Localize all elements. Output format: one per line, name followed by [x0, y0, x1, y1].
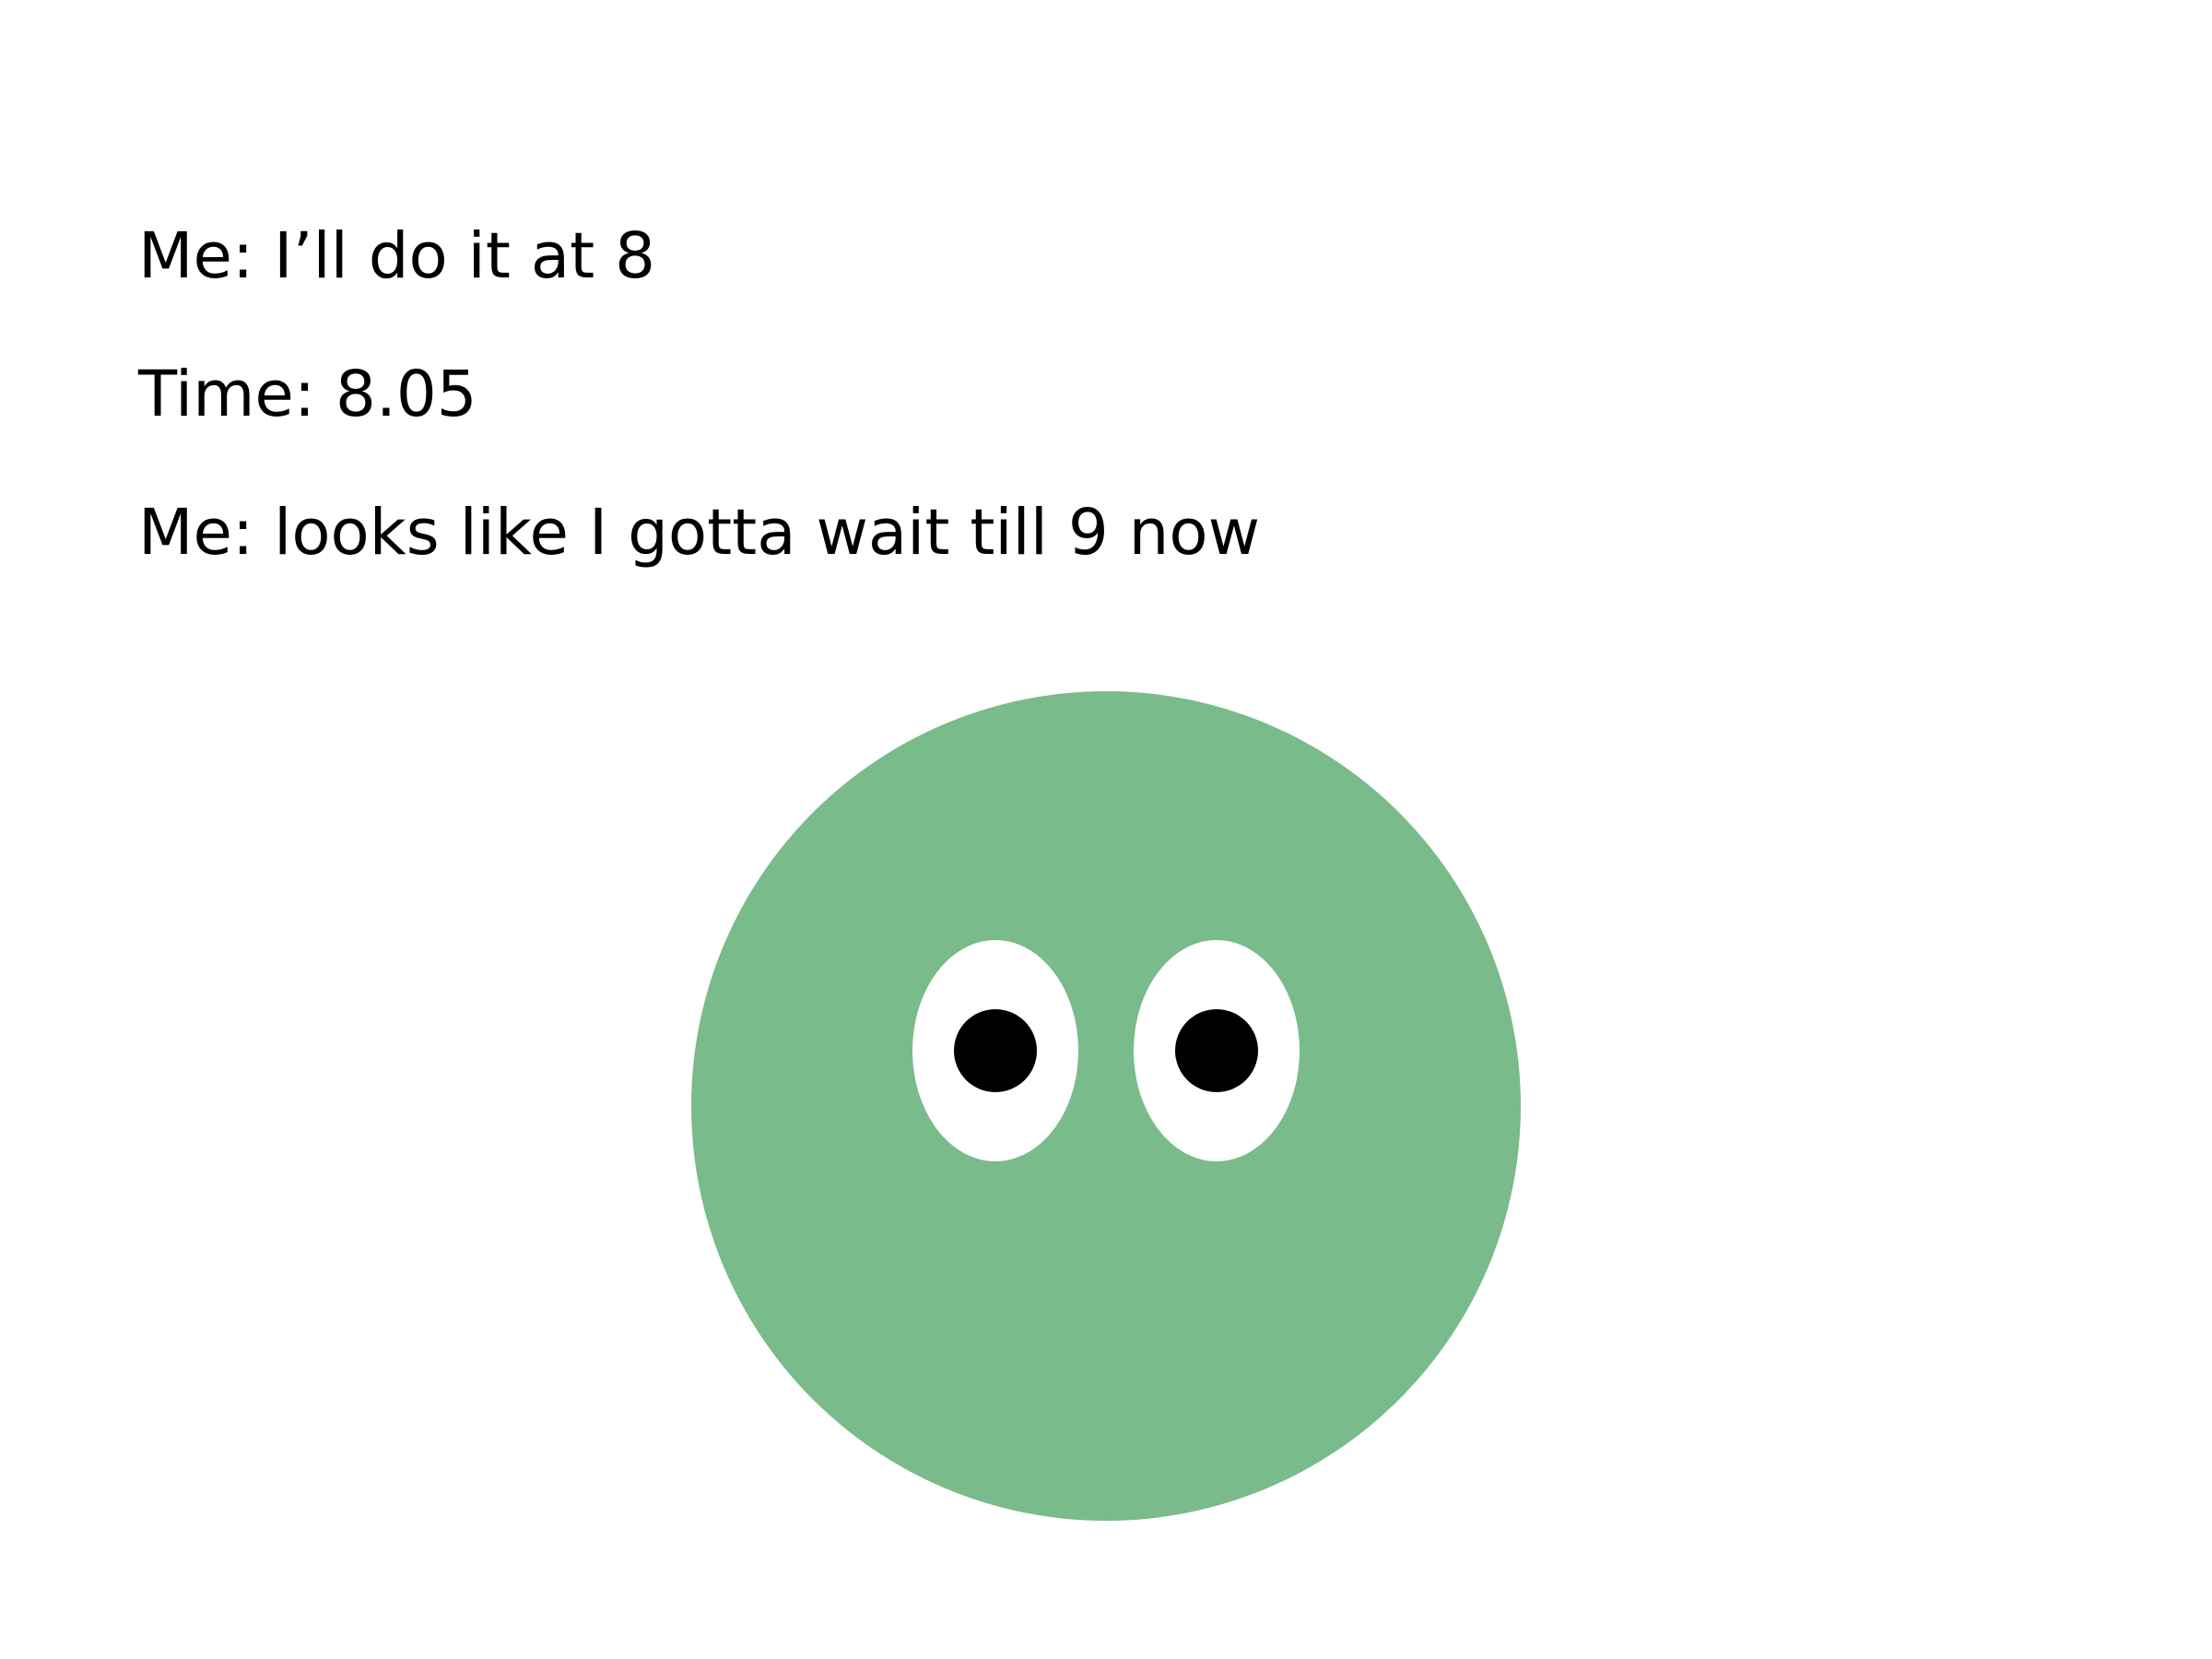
- right-pupil: [1175, 1009, 1258, 1092]
- left-pupil: [954, 1009, 1037, 1092]
- blob-face: [691, 691, 1521, 1521]
- green-blob-character: [691, 691, 1521, 1521]
